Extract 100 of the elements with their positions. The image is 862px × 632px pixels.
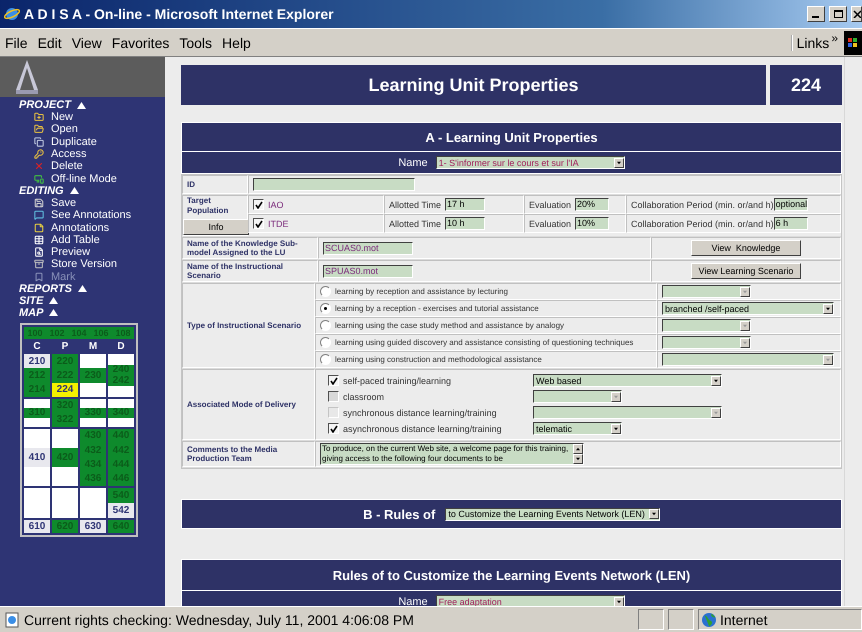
- input-field[interactable]: SCUAS0.mot: [323, 242, 413, 254]
- checkbox[interactable]: [253, 218, 264, 229]
- map-column-header: D: [116, 340, 126, 352]
- page-title: Learning Unit Properties: [181, 65, 766, 105]
- collapse-arrow-icon[interactable]: [49, 309, 58, 316]
- sidebar-item[interactable]: Delete: [0, 160, 165, 172]
- checkbox[interactable]: [328, 391, 339, 402]
- sidebar-item[interactable]: Open: [0, 123, 165, 136]
- map-cell[interactable]: 610: [24, 520, 50, 533]
- sidebar-item[interactable]: See Annotations: [0, 209, 165, 222]
- input-field[interactable]: 6 h: [774, 217, 808, 230]
- field-label: Evaluation: [529, 218, 572, 228]
- sidebar-section-title[interactable]: PROJECT: [19, 99, 71, 111]
- sidebar-item[interactable]: Save: [0, 196, 165, 210]
- map-column-header: P: [60, 340, 70, 352]
- input-field[interactable]: 10 h: [445, 217, 486, 230]
- links-toolbar-label[interactable]: Links: [790, 34, 830, 50]
- dropdown[interactable]: 1- S'informer sur le cours et sur l'IA: [436, 156, 625, 169]
- menu-item[interactable]: Edit: [32, 34, 67, 50]
- checkbox[interactable]: [253, 199, 264, 210]
- sidebar-section-title[interactable]: REPORTS: [19, 282, 72, 295]
- menu-item[interactable]: Favorites: [106, 34, 174, 50]
- map-cell[interactable]: 630: [80, 520, 106, 533]
- map-column-header: M: [88, 340, 98, 352]
- status-pane: [668, 609, 694, 630]
- scroll-up-icon[interactable]: [573, 444, 583, 454]
- option-label: learning using guided discovery and assistance consisting of questioning techniques: [335, 338, 634, 347]
- name-label: Name: [398, 596, 428, 606]
- field-label: Collaboration Period (min. or/and h): [631, 218, 774, 228]
- scrollbar[interactable]: [844, 57, 862, 606]
- status-text: Current rights checking: Wednesday, July 11, 2001 4:06:08 PM: [24, 612, 415, 628]
- security-zone: Internet: [720, 612, 768, 628]
- map-cell[interactable]: 542: [108, 502, 134, 518]
- sidebar-item[interactable]: Access: [0, 148, 165, 160]
- option-label: learning by a reception - exercises and tutorial assistance: [335, 304, 539, 313]
- radio-button[interactable]: [320, 303, 331, 314]
- population-code: IAO: [268, 200, 284, 210]
- document-search-icon: [34, 247, 44, 258]
- option-label: classroom: [343, 392, 384, 402]
- collapse-arrow-icon[interactable]: [70, 187, 79, 194]
- input-field[interactable]: 20%: [575, 198, 610, 211]
- checkbox[interactable]: [328, 423, 339, 434]
- input-field[interactable]: SPUAS0.mot: [323, 264, 413, 278]
- collapse-arrow-icon[interactable]: [78, 285, 87, 292]
- dropdown[interactable]: Free adaptation: [436, 595, 625, 606]
- field-label: Type of Instructional Scenario: [187, 320, 302, 330]
- view-button[interactable]: View Learning Scenario: [691, 263, 801, 279]
- sidebar-item[interactable]: Add Table: [0, 234, 165, 246]
- scroll-down-icon[interactable]: [573, 454, 583, 464]
- dropdown[interactable]: telematic: [533, 422, 622, 435]
- key-icon: [34, 149, 44, 160]
- info-button[interactable]: Info: [183, 219, 249, 235]
- sidebar-item[interactable]: Store Version: [0, 258, 165, 271]
- input-field[interactable]: 10%: [575, 217, 610, 230]
- dropdown[interactable]: branched /self-paced: [662, 302, 834, 315]
- comments-text-area[interactable]: To produce, on the current Web site, a welcome page for this training, giving access to the following four documents to be: [320, 443, 584, 465]
- input-field[interactable]: 17 h: [445, 198, 486, 211]
- bookmark-icon: [34, 272, 44, 282]
- menu-item[interactable]: View: [66, 34, 107, 50]
- open-folder-icon: [34, 124, 44, 134]
- input-field[interactable]: [253, 178, 415, 191]
- field-label: Name of the Instructional Scenario: [187, 262, 284, 280]
- option-label: self-paced training/learning: [343, 376, 452, 386]
- field-label: Allotted Time: [389, 218, 442, 228]
- map-cell[interactable]: 210: [24, 354, 50, 368]
- close-button[interactable]: [851, 6, 862, 22]
- copy-icon: [34, 136, 44, 147]
- field-label: ID: [187, 180, 195, 190]
- dropdown[interactable]: Web based: [533, 374, 722, 387]
- minimize-button[interactable]: [807, 6, 825, 22]
- view-button[interactable]: View Knowledge: [691, 240, 801, 256]
- input-field[interactable]: optional: [774, 198, 808, 211]
- maximize-button[interactable]: [829, 6, 847, 22]
- sidebar-section-title[interactable]: MAP: [19, 306, 44, 319]
- sidebar-section-title[interactable]: SITE: [19, 294, 44, 307]
- status-pane: [638, 609, 664, 630]
- sidebar-item[interactable]: Duplicate: [0, 136, 165, 148]
- sidebar-item[interactable]: Annotations: [0, 221, 165, 234]
- sidebar-item[interactable]: New: [0, 111, 165, 124]
- map-cell[interactable]: 224: [52, 382, 78, 397]
- dropdown[interactable]: to Customize the Learning Events Network (LEN): [445, 508, 660, 520]
- note-icon: [34, 222, 44, 233]
- windows-logo-icon: [844, 30, 862, 54]
- field-label: Allotted Time: [389, 200, 442, 210]
- more-links-chevron[interactable]: »: [831, 31, 838, 45]
- sidebar-item[interactable]: Preview: [0, 246, 165, 258]
- dropdown[interactable]: [533, 390, 622, 403]
- collapse-arrow-icon[interactable]: [76, 102, 86, 108]
- menu-item[interactable]: Help: [217, 34, 256, 50]
- section-header: A - Learning Unit Properties: [181, 122, 842, 152]
- sidebar-section-title[interactable]: EDITING: [19, 184, 64, 197]
- menu-item[interactable]: Tools: [174, 34, 218, 50]
- collapse-arrow-icon[interactable]: [49, 297, 58, 304]
- table-icon: [34, 234, 44, 245]
- field-label: Evaluation: [529, 200, 572, 210]
- map-cell[interactable]: 410: [24, 448, 50, 467]
- folder-plus-icon: [34, 112, 44, 122]
- menu-item[interactable]: File: [0, 34, 33, 50]
- sidebar-item[interactable]: Off-line Mode: [0, 172, 165, 185]
- checkbox[interactable]: [328, 375, 339, 386]
